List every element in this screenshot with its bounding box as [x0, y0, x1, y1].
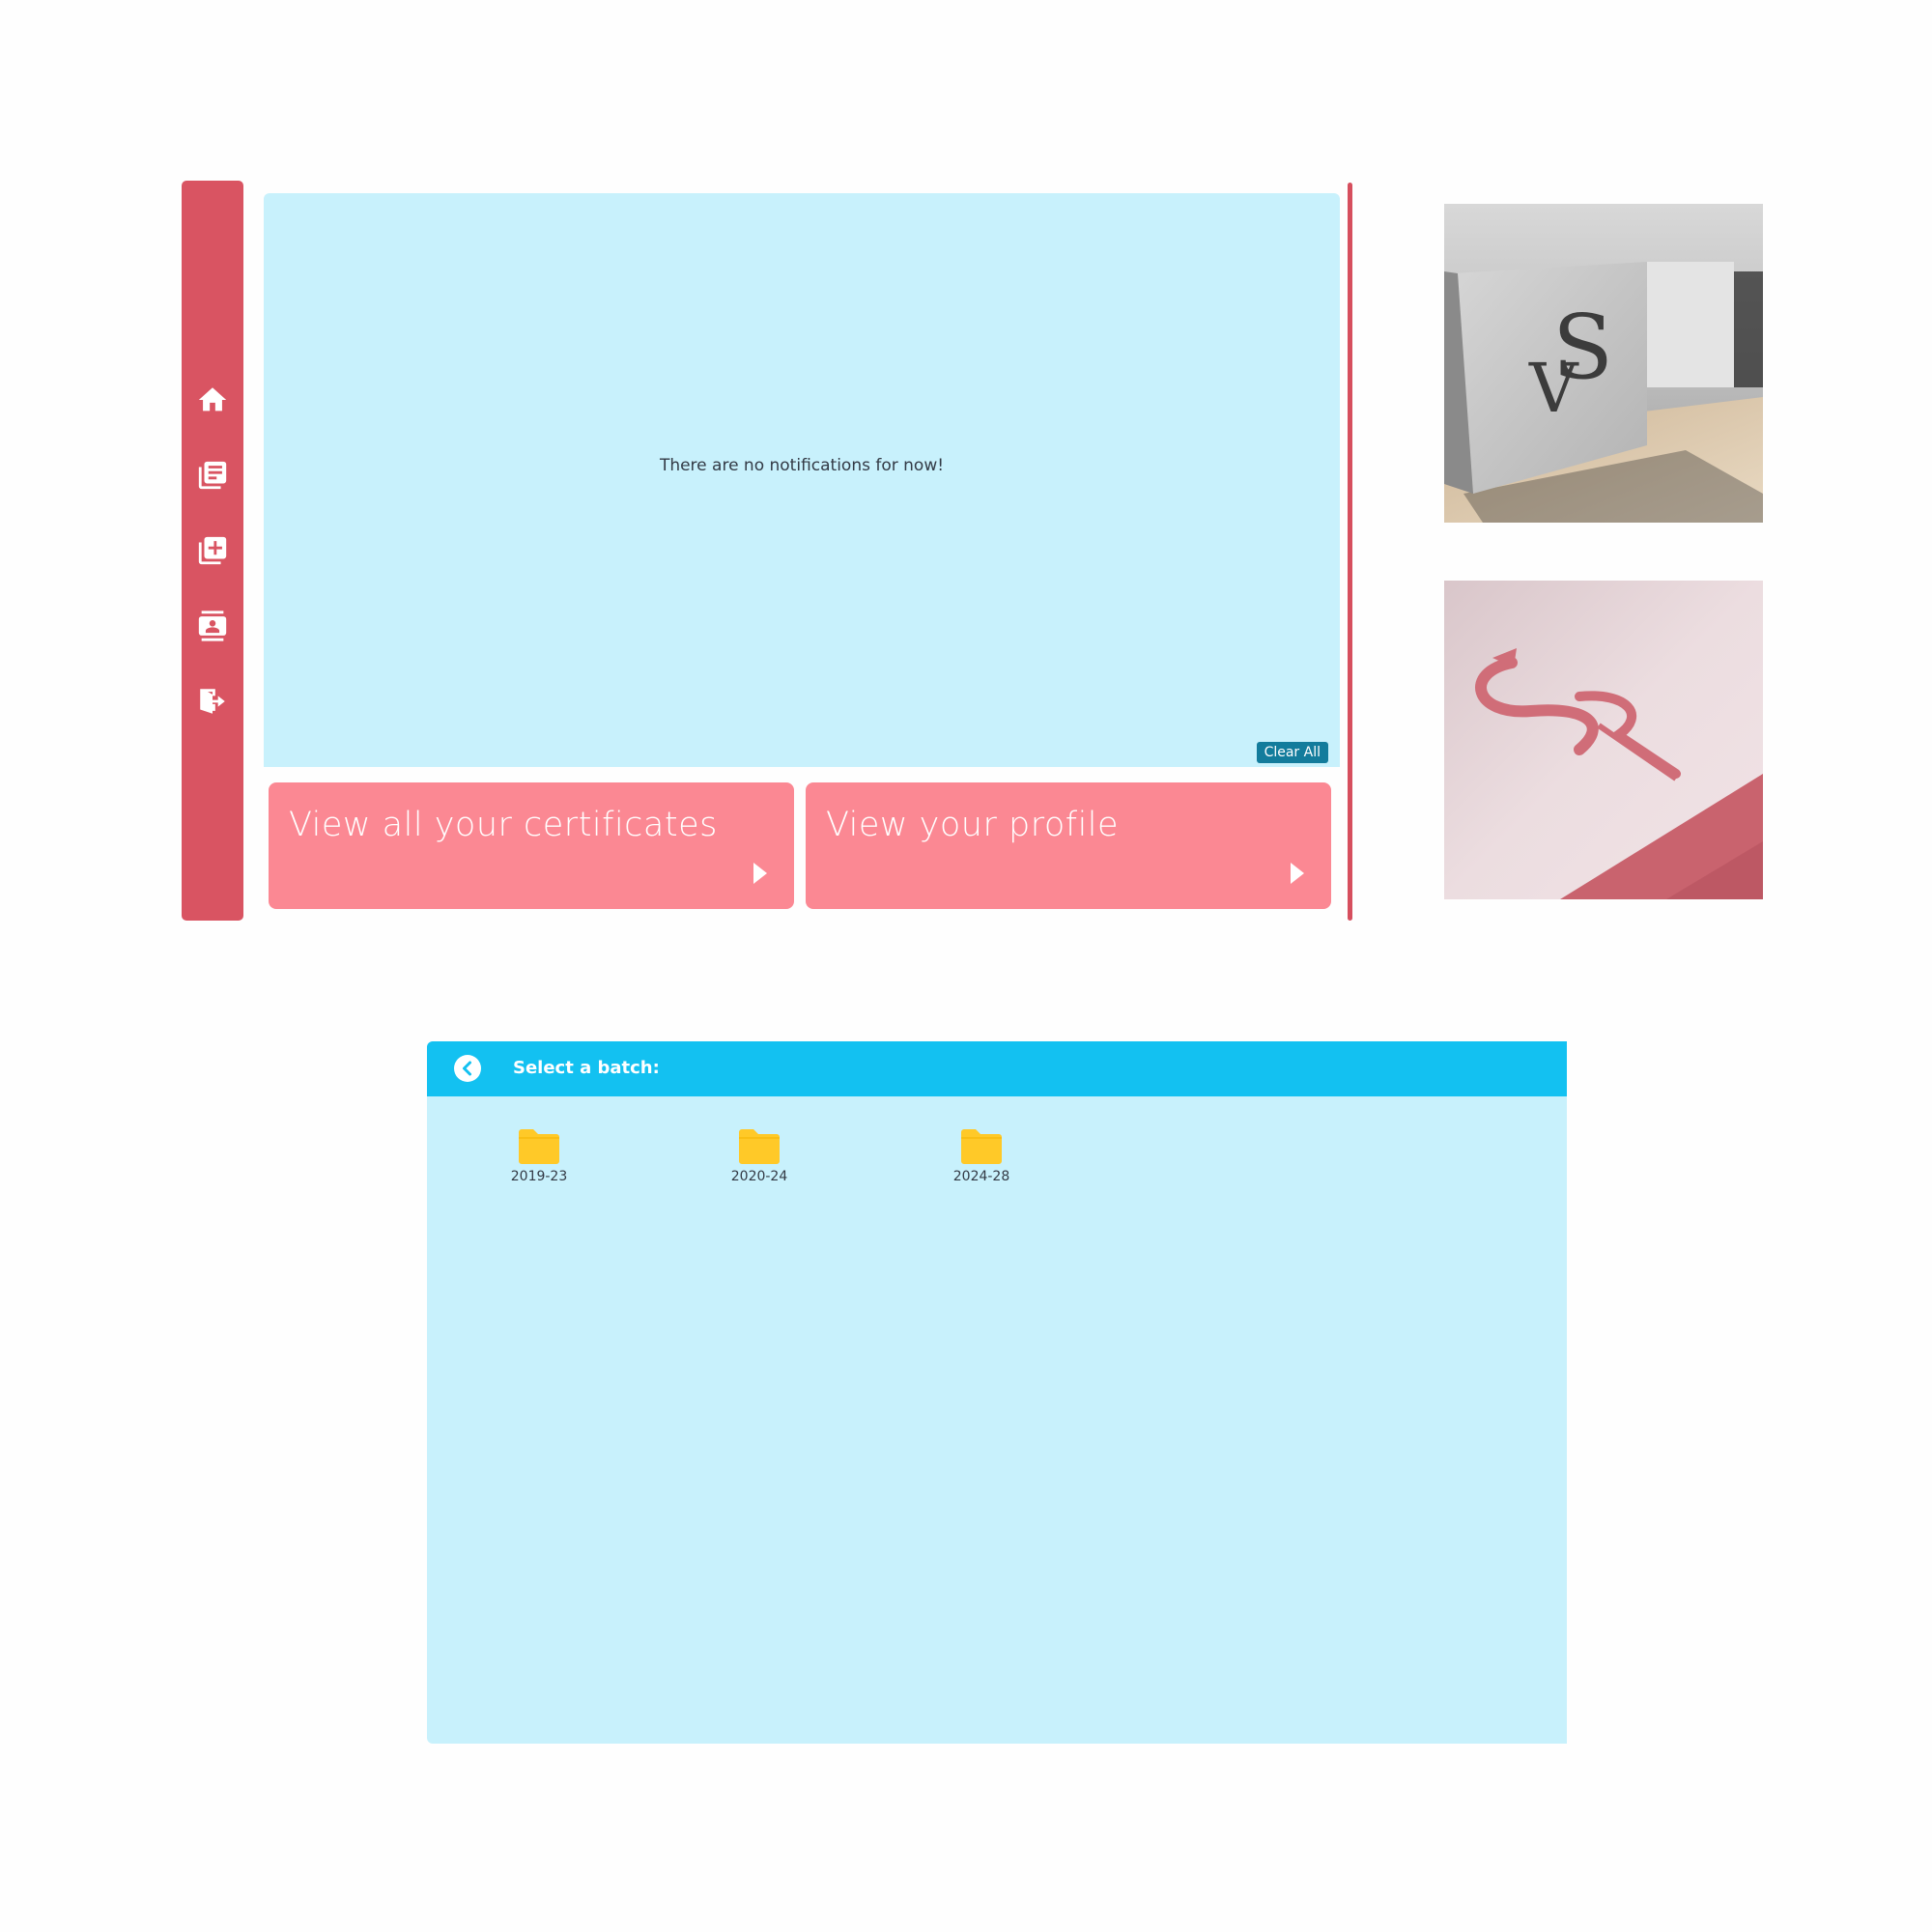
view-certificates-card[interactable]: View all your certificates: [269, 782, 794, 909]
folder-label: 2024-28: [952, 1169, 1010, 1184]
folder-item[interactable]: 2020-24: [711, 1128, 808, 1184]
sidebar-nav: [182, 181, 243, 921]
certificates-list-icon[interactable]: [196, 459, 229, 492]
logout-icon[interactable]: [196, 685, 229, 718]
play-arrow-icon: [752, 861, 769, 886]
back-chevron-icon[interactable]: [454, 1055, 481, 1082]
folder-label: 2019-23: [510, 1169, 568, 1184]
folder-label: 2020-24: [730, 1169, 788, 1184]
clear-all-button[interactable]: Clear All: [1256, 742, 1328, 763]
profile-card-icon[interactable]: [196, 610, 229, 642]
folder-icon: [739, 1129, 780, 1164]
batch-title: Select a batch:: [513, 1058, 660, 1078]
folder-icon: [961, 1129, 1002, 1164]
empty-notifications-message: There are no notifications for now!: [659, 456, 945, 475]
vertical-divider: [1348, 183, 1352, 921]
batch-panel: Select a batch: 2019-23 2020-24 2024-28: [427, 1041, 1567, 1744]
card-title: View your profile: [826, 806, 1120, 844]
play-arrow-icon: [1289, 861, 1306, 886]
notifications-panel: There are no notifications for now! Clea…: [264, 193, 1340, 767]
batch-header: Select a batch:: [427, 1041, 1567, 1096]
monogram-pink-photo: [1444, 581, 1763, 899]
card-title: View all your certificates: [289, 806, 718, 844]
svg-text:V: V: [1528, 349, 1579, 428]
home-icon[interactable]: [196, 384, 229, 416]
add-certificate-icon[interactable]: [196, 534, 229, 567]
folder-icon: [519, 1129, 559, 1164]
view-profile-card[interactable]: View your profile: [806, 782, 1331, 909]
folder-item[interactable]: 2024-28: [933, 1128, 1030, 1184]
monogram-box-photo: S V: [1444, 204, 1763, 523]
folder-item[interactable]: 2019-23: [491, 1128, 587, 1184]
